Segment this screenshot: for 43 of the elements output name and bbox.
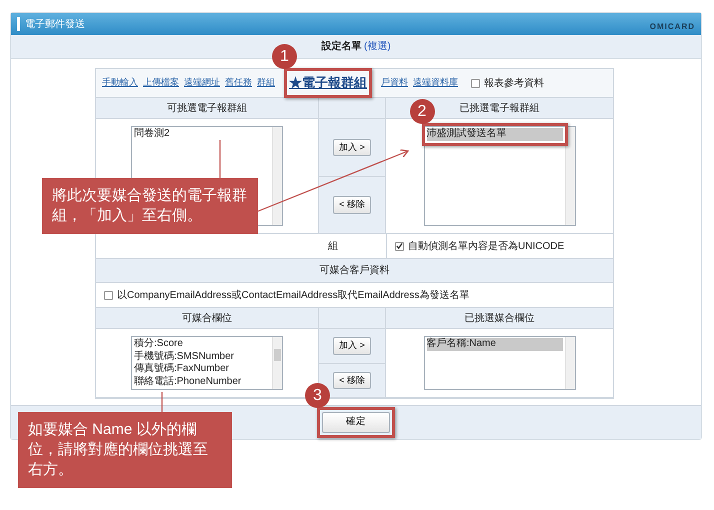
option-text: 組: [328, 240, 338, 254]
scrollbar[interactable]: [564, 337, 574, 389]
add-button[interactable]: 加入 >: [333, 138, 371, 156]
confirm-button[interactable]: 確定: [322, 412, 390, 433]
source-tab[interactable]: 舊任務: [225, 76, 252, 90]
scrollbar[interactable]: [272, 337, 282, 389]
list-item[interactable]: 聯絡電話:PhoneNumber: [134, 376, 270, 388]
window-title: 電子郵件發送: [25, 18, 85, 32]
unicode-checkbox[interactable]: 自動偵測名單內容是否為UNICODE: [395, 238, 564, 254]
add-button[interactable]: 加入 >: [333, 337, 371, 354]
remove-button[interactable]: < 移除: [333, 196, 371, 214]
list-box[interactable]: 積分:Score 手機號碼:SMSNumber 傳真號碼:FaxNumber 聯絡電話:PhoneNumber: [131, 336, 283, 390]
list-item[interactable]: 問卷測2: [134, 128, 270, 140]
callout-tooltip: 如要媒合 Name 以外的欄位，請將對應的欄位挑選至右方。: [18, 412, 232, 488]
section-title: 設定名單 (複選): [321, 39, 391, 54]
remove-button[interactable]: < 移除: [333, 372, 371, 389]
callout-tooltip: 將此次要媒合發送的電子報群組，「加入」至右側。: [42, 178, 258, 234]
report-checkbox[interactable]: 報表參考資料: [471, 76, 544, 90]
check-icon: [396, 242, 403, 250]
logo: OMICARD: [650, 21, 695, 33]
header-marker: [17, 17, 20, 31]
source-tab[interactable]: 上傳檔案: [143, 76, 179, 90]
source-tab[interactable]: 戶資料: [381, 76, 408, 90]
column-header: 已挑選媒合欄位: [386, 308, 613, 329]
scrollbar[interactable]: [564, 127, 574, 225]
source-tab[interactable]: 群組: [257, 76, 275, 90]
list-item[interactable]: 手機號碼:SMSNumber: [134, 350, 270, 363]
source-tab[interactable]: 手動輸入: [102, 76, 138, 90]
source-tab[interactable]: 遠端網址: [184, 76, 220, 90]
list-item[interactable]: 客戶名稱:Name: [426, 338, 562, 350]
list-item[interactable]: 沛盛測試發送名單: [426, 128, 562, 140]
list-item[interactable]: 傳真號碼:FaxNumber: [134, 363, 270, 376]
column-header: 可媒合欄位: [96, 308, 318, 329]
scrollbar[interactable]: [272, 127, 282, 225]
list-item[interactable]: 積分:Score: [134, 338, 270, 350]
source-tab[interactable]: ★電子報群組: [289, 73, 367, 93]
replace-email-checkbox[interactable]: 以CompanyEmailAddress或ContactEmailAddress取代EmailAddress為發送名單: [104, 288, 470, 302]
column-header: 可挑選電子報群組: [96, 98, 318, 119]
section-title: 可媒合客戶資料: [320, 264, 390, 278]
leader-line: [219, 140, 221, 178]
list-box[interactable]: 客戶名稱:Name: [424, 336, 576, 390]
source-tab[interactable]: 遠端資料庫: [413, 76, 458, 90]
leader-line: [161, 392, 163, 412]
